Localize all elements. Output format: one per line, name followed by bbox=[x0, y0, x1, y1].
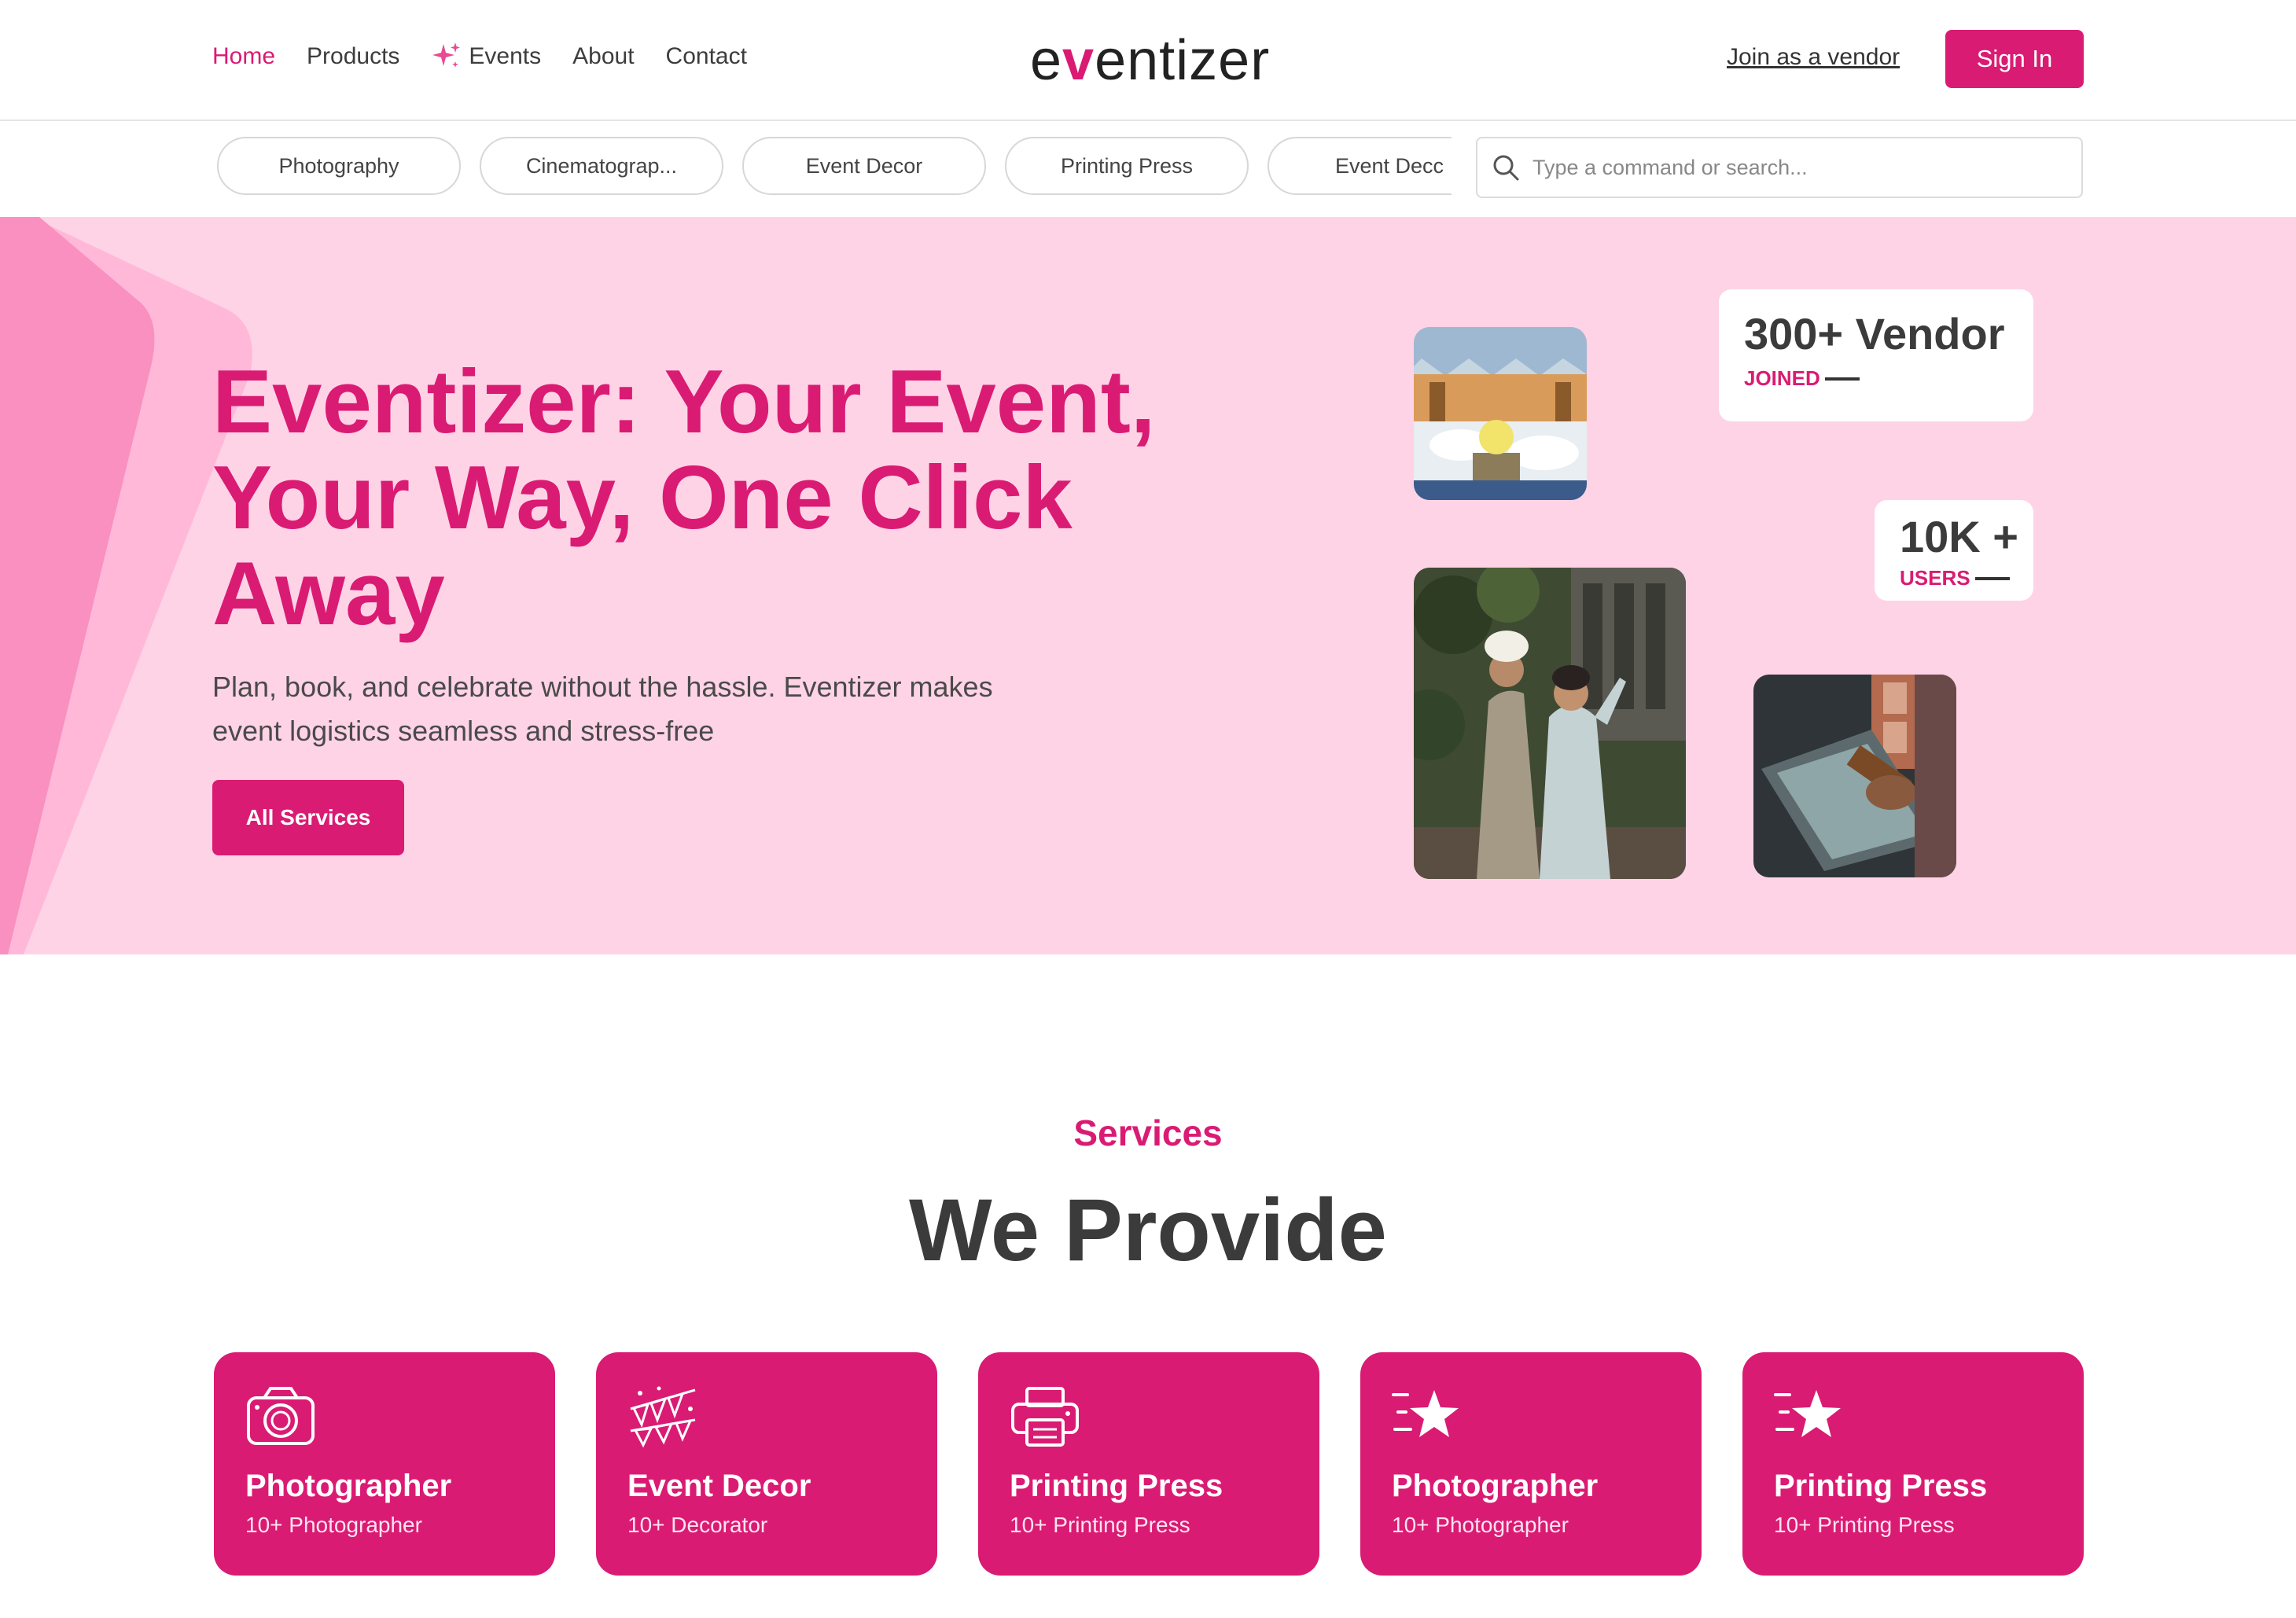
services-eyebrow: Services bbox=[1073, 1112, 1223, 1153]
service-card-title: Photographer bbox=[1392, 1469, 1599, 1503]
category-chip-event-decor[interactable]: Event Decor bbox=[742, 137, 986, 195]
nav-about-label: About bbox=[572, 43, 635, 69]
nav-contact-label: Contact bbox=[665, 43, 747, 69]
service-card-count: 10+ Printing Press bbox=[1010, 1513, 1190, 1537]
main-nav: Home Products Events About Contact bbox=[212, 41, 747, 72]
nav-events-label: Events bbox=[469, 43, 542, 69]
service-card[interactable]: Photographer 10+ Photographer bbox=[214, 1352, 555, 1576]
service-card-count: 10+ Decorator bbox=[627, 1513, 768, 1537]
category-chip-printing-press[interactable]: Printing Press bbox=[1005, 137, 1249, 195]
users-stat-label: USERS bbox=[1900, 566, 1970, 590]
brand-logo[interactable]: eventizer bbox=[1030, 28, 1270, 93]
star-icon bbox=[1392, 1390, 1459, 1437]
logo-prefix: e bbox=[1030, 29, 1063, 92]
venue-photo bbox=[1414, 327, 1587, 500]
services-cards: Photographer 10+ Photographer Event Deco… bbox=[214, 1352, 2084, 1576]
hero-subtitle: Plan, book, and celebrate without the ha… bbox=[212, 671, 993, 747]
nav-contact[interactable]: Contact bbox=[666, 43, 747, 70]
nav-products-label: Products bbox=[307, 43, 400, 69]
couple-photo bbox=[1414, 568, 1686, 879]
bunting-icon bbox=[630, 1386, 696, 1448]
service-card-title: Photographer bbox=[245, 1469, 452, 1503]
service-card-title: Printing Press bbox=[1010, 1469, 1223, 1503]
service-card-title: Printing Press bbox=[1774, 1469, 1988, 1503]
vendor-stat-label: JOINED bbox=[1744, 366, 1820, 390]
users-stat-label-row: USERS bbox=[1900, 566, 2010, 590]
dash-decoration bbox=[1824, 377, 1860, 381]
service-card-count: 10+ Photographer bbox=[1392, 1513, 1569, 1537]
category-chips: Photography Cinematograp... Event Decor … bbox=[217, 137, 1452, 200]
category-chip-cinematography[interactable]: Cinematograp... bbox=[480, 137, 723, 195]
join-vendor-link[interactable]: Join as a vendor bbox=[1727, 44, 1900, 71]
vendor-stat-label-row: JOINED bbox=[1744, 366, 1860, 391]
service-card[interactable]: Printing Press 10+ Printing Press bbox=[1742, 1352, 2084, 1576]
search-input[interactable] bbox=[1531, 154, 2069, 181]
search-icon bbox=[1493, 155, 1519, 181]
star-icon bbox=[1774, 1390, 1841, 1437]
service-card-count: 10+ Printing Press bbox=[1774, 1513, 1955, 1537]
dash-decoration bbox=[1974, 576, 2010, 580]
service-card[interactable]: Event Decor 10+ Decorator bbox=[596, 1352, 937, 1576]
sign-in-button[interactable]: Sign In bbox=[1945, 30, 2084, 88]
nav-home[interactable]: Home bbox=[212, 43, 275, 70]
logo-suffix: entizer bbox=[1095, 29, 1271, 92]
vendor-stat-value: 300+ Vendor bbox=[1744, 309, 2005, 359]
nav-events[interactable]: Events bbox=[431, 41, 541, 72]
users-stat-value: 10K + bbox=[1900, 512, 2018, 561]
nav-home-label: Home bbox=[212, 43, 276, 69]
logo-accent: v bbox=[1062, 29, 1095, 92]
nav-products[interactable]: Products bbox=[307, 43, 399, 70]
category-chip-photography[interactable]: Photography bbox=[217, 137, 461, 195]
service-card[interactable]: Photographer 10+ Photographer bbox=[1360, 1352, 1702, 1576]
site-header: Home Products Events About Contact event… bbox=[0, 0, 2296, 121]
vendor-stat-card: 300+ Vendor JOINED bbox=[1719, 289, 2033, 421]
printer-icon bbox=[1011, 1387, 1079, 1447]
hero-title: Eventizer: Your Event, Your Way, One Cli… bbox=[212, 352, 1156, 644]
services-title: We Provide bbox=[909, 1181, 1387, 1279]
category-bar: Photography Cinematograp... Event Decor … bbox=[0, 121, 2296, 215]
sparkle-icon bbox=[432, 42, 461, 68]
service-card[interactable]: Printing Press 10+ Printing Press bbox=[978, 1352, 1319, 1576]
all-services-button[interactable]: All Services bbox=[212, 780, 404, 855]
service-card-title: Event Decor bbox=[627, 1469, 811, 1503]
search-box[interactable] bbox=[1476, 137, 2083, 198]
camera-icon bbox=[247, 1387, 315, 1445]
category-chip-event-decor-2[interactable]: Event Decc bbox=[1268, 137, 1452, 195]
nav-about[interactable]: About bbox=[572, 43, 634, 70]
hero-section: Eventizer: Your Event, Your Way, One Cli… bbox=[0, 217, 2296, 954]
printing-photo bbox=[1753, 675, 1956, 877]
service-card-count: 10+ Photographer bbox=[245, 1513, 422, 1537]
users-stat-card: 10K + USERS bbox=[1875, 500, 2033, 601]
